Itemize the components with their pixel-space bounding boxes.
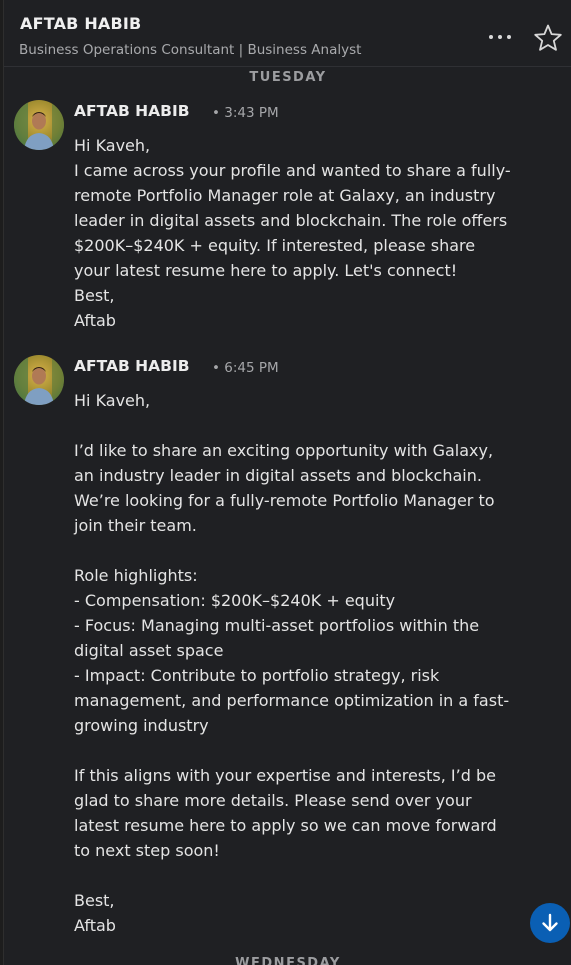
avatar[interactable] [14, 355, 64, 405]
sender-name[interactable]: AFTAB HABIB [74, 357, 190, 375]
day-divider-wednesday: WEDNESDAY [235, 956, 341, 965]
scroll-to-bottom-button[interactable] [530, 903, 570, 943]
message-body: Hi Kaveh, I’d like to share an exciting … [74, 388, 514, 938]
message-text: Hi Kaveh, I came across your profile and… [74, 136, 511, 330]
conversation-header: AFTAB HABIB Business Operations Consulta… [4, 0, 571, 67]
message-body: Hi Kaveh, I came across your profile and… [74, 133, 514, 333]
star-icon[interactable] [532, 22, 564, 54]
message-timestamp: • 3:43 PM [212, 105, 279, 121]
arrow-down-icon [542, 913, 558, 932]
message-text: Hi Kaveh, I’d like to share an exciting … [74, 391, 510, 935]
conversation-panel: AFTAB HABIB Business Operations Consulta… [3, 0, 571, 965]
contact-headline: Business Operations Consultant | Busines… [19, 42, 362, 58]
avatar[interactable] [14, 100, 64, 150]
more-options-icon[interactable] [484, 24, 516, 50]
contact-name[interactable]: AFTAB HABIB [20, 14, 141, 33]
sender-name[interactable]: AFTAB HABIB [74, 102, 190, 120]
message-timestamp: • 6:45 PM [212, 360, 279, 376]
day-divider-tuesday: TUESDAY [4, 70, 571, 85]
